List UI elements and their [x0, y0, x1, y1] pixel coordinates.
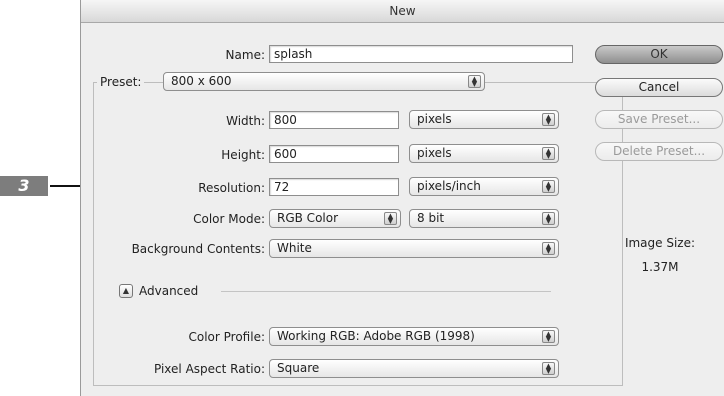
resolution-label: Resolution:	[198, 181, 265, 195]
color-profile-select[interactable]: Working RGB: Adobe RGB (1998) ▲ ▼	[269, 327, 559, 346]
width-input[interactable]: 800	[269, 111, 399, 129]
disclosure-triangle-icon[interactable]: ▲	[119, 284, 133, 298]
cancel-button[interactable]: Cancel	[595, 78, 723, 97]
save-preset-button[interactable]: Save Preset...	[595, 110, 723, 129]
name-input[interactable]: splash	[269, 45, 573, 63]
pixel-aspect-ratio-select[interactable]: Square ▲ ▼	[269, 359, 559, 378]
advanced-label[interactable]: Advanced	[139, 284, 198, 298]
up-down-arrows-icon: ▲ ▼	[542, 180, 555, 193]
image-size-value: 1.37M	[641, 260, 679, 274]
preset-select[interactable]: 800 x 600 ▲ ▼	[163, 72, 485, 91]
color-mode-label: Color Mode:	[193, 212, 265, 226]
resolution-unit-select[interactable]: pixels/inch ▲ ▼	[409, 177, 559, 196]
height-unit-value: pixels	[417, 146, 452, 160]
color-profile-label: Color Profile:	[188, 330, 266, 344]
up-down-arrows-icon: ▲ ▼	[542, 113, 555, 126]
step-callout-badge: 3	[0, 176, 48, 196]
ok-button[interactable]: OK	[595, 45, 723, 64]
advanced-divider	[221, 291, 551, 292]
resolution-unit-value: pixels/inch	[417, 179, 481, 193]
width-unit-value: pixels	[417, 112, 452, 126]
color-mode-select[interactable]: RGB Color ▲ ▼	[269, 209, 401, 228]
pixel-aspect-ratio-label: Pixel Aspect Ratio:	[154, 362, 265, 376]
up-down-arrows-icon: ▲ ▼	[542, 330, 555, 343]
up-down-arrows-icon: ▲ ▼	[542, 242, 555, 255]
bit-depth-select[interactable]: 8 bit ▲ ▼	[409, 209, 559, 228]
delete-preset-button[interactable]: Delete Preset...	[595, 142, 723, 161]
preset-label: Preset:	[97, 75, 145, 89]
bit-depth-value: 8 bit	[417, 211, 445, 225]
new-document-dialog: New Name: splash Preset: 800 x 600 ▲ ▼ Wi…	[80, 0, 724, 396]
name-label: Name:	[225, 48, 265, 62]
up-down-arrows-icon: ▲ ▼	[542, 147, 555, 160]
up-down-arrows-icon: ▲ ▼	[542, 212, 555, 225]
up-down-arrows-icon: ▲ ▼	[384, 212, 397, 225]
resolution-input[interactable]: 72	[269, 178, 399, 196]
height-input[interactable]: 600	[269, 145, 399, 163]
color-profile-value: Working RGB: Adobe RGB (1998)	[277, 329, 475, 343]
width-unit-select[interactable]: pixels ▲ ▼	[409, 110, 559, 129]
up-down-arrows-icon: ▲ ▼	[468, 75, 481, 88]
dialog-title: New	[81, 0, 724, 23]
background-contents-value: White	[277, 241, 312, 255]
width-label: Width:	[226, 114, 265, 128]
color-mode-value: RGB Color	[277, 211, 339, 225]
image-size-label: Image Size:	[624, 236, 696, 250]
height-unit-select[interactable]: pixels ▲ ▼	[409, 144, 559, 163]
background-contents-select[interactable]: White ▲ ▼	[269, 239, 559, 258]
preset-value: 800 x 600	[171, 74, 232, 88]
pixel-aspect-ratio-value: Square	[277, 361, 320, 375]
up-down-arrows-icon: ▲ ▼	[542, 362, 555, 375]
background-contents-label: Background Contents:	[131, 242, 265, 256]
height-label: Height:	[221, 148, 265, 162]
